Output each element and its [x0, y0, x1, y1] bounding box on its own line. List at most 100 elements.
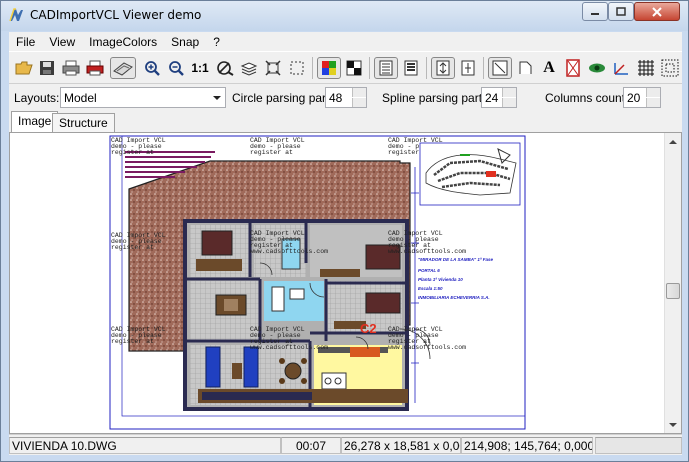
print-preview-button[interactable]	[84, 57, 106, 79]
spin-down-icon[interactable]	[352, 98, 366, 107]
zoom-out-button[interactable]	[165, 57, 187, 79]
circle-parts-label: Circle parsing parts:	[232, 91, 339, 105]
watermark-line: register at	[111, 244, 154, 251]
save-icon	[40, 61, 54, 75]
watermark-line: www.cadsofttools.com	[250, 248, 328, 255]
toolbar: 1:1 A	[9, 51, 682, 84]
circle-parts-spinner[interactable]: 48	[325, 87, 367, 108]
circle-parts-value: 48	[329, 91, 343, 105]
toolbar-separator	[483, 57, 484, 79]
watermark-line: register at	[111, 149, 154, 156]
scroll-down-button[interactable]	[665, 416, 681, 433]
text-tool-button[interactable]: A	[538, 57, 560, 79]
axes-button[interactable]	[610, 57, 632, 79]
menu-snap[interactable]: Snap	[164, 35, 206, 49]
delete-frame-icon	[566, 59, 580, 77]
scroll-up-button[interactable]	[665, 133, 681, 150]
color-palette-icon	[322, 61, 336, 75]
toolbar-separator	[426, 57, 427, 79]
close-button[interactable]	[634, 2, 680, 21]
columns-count-label: Columns count:	[545, 91, 629, 105]
spline-parts-label: Spline parsing parts:	[382, 91, 492, 105]
watermark-line: register at	[111, 338, 154, 345]
chevron-up-icon	[669, 139, 677, 144]
columns-count-spinner[interactable]: 20	[623, 87, 661, 108]
menu-view[interactable]: View	[42, 35, 82, 49]
zoom-extents-icon	[217, 61, 234, 76]
menu-file[interactable]: File	[9, 35, 42, 49]
zoom-ratio-button[interactable]: 1:1	[189, 57, 211, 79]
options-bar: Layouts: Model Circle parsing parts: 48 …	[9, 84, 682, 111]
spin-up-icon[interactable]	[646, 88, 660, 97]
menu-help[interactable]: ?	[206, 35, 227, 49]
status-filename: VIVIENDA 10.DWG	[9, 437, 281, 454]
layers-icon	[240, 62, 258, 76]
page-setup-icon	[113, 62, 133, 76]
status-progress	[595, 437, 682, 454]
draw-arc-button[interactable]	[488, 57, 512, 79]
arc-icon	[492, 60, 508, 76]
open-button[interactable]	[13, 57, 35, 79]
fit-button[interactable]	[262, 57, 284, 79]
print-button[interactable]	[60, 57, 82, 79]
fit-to-window-icon	[265, 60, 281, 76]
zoom-extents-button[interactable]	[214, 57, 236, 79]
columns-count-value: 20	[627, 91, 641, 105]
scrollbar-thumb[interactable]	[666, 283, 680, 299]
chevron-down-icon	[213, 96, 221, 100]
spin-up-icon[interactable]	[502, 88, 516, 97]
spin-up-icon[interactable]	[352, 88, 366, 97]
vertical-scrollbar[interactable]	[664, 133, 681, 433]
snap-arrows-icon	[436, 60, 450, 76]
color-mode-button[interactable]	[317, 57, 341, 79]
clear-button[interactable]	[562, 57, 584, 79]
zoom-in-icon	[145, 61, 160, 76]
spline-parts-spinner[interactable]: 24	[481, 87, 517, 108]
list-icon	[404, 60, 418, 76]
dashed-frame-icon	[290, 61, 304, 75]
watermark-line: www.cadsofttools.com	[250, 344, 328, 351]
snap-horizontal-button[interactable]	[457, 57, 479, 79]
checker-icon	[346, 60, 362, 76]
folder-open-icon	[15, 61, 33, 75]
dots-grid-button[interactable]	[659, 57, 681, 79]
zoom-in-button[interactable]	[141, 57, 163, 79]
title-bar[interactable]: CADImportVCL Viewer demo	[1, 1, 688, 31]
draw-curve-button[interactable]	[514, 57, 536, 79]
show-text-button[interactable]	[374, 57, 398, 79]
toolbar-separator	[369, 57, 370, 79]
menu-imagecolors[interactable]: ImageColors	[82, 35, 164, 49]
minimize-button[interactable]	[582, 2, 608, 21]
legend-title: "MIRADOR DE LA SAMBA" 1ª Fase	[418, 257, 494, 262]
layers-button[interactable]	[238, 57, 260, 79]
watermark-line: www.cadsofttools.com	[388, 248, 466, 255]
window-title: CADImportVCL Viewer demo	[30, 8, 202, 22]
room-mark: C2	[360, 321, 377, 336]
app-window: CADImportVCL Viewer demo File View Image…	[0, 0, 689, 462]
layouts-value: Model	[64, 91, 97, 105]
minimize-icon	[591, 12, 599, 15]
legend-line: Escala 1:50	[418, 286, 443, 291]
page-setup-button[interactable]	[110, 57, 136, 79]
watermark-line: www.cadsofttools.com	[388, 344, 466, 351]
maximize-button[interactable]	[608, 2, 634, 21]
layouts-combo[interactable]: Model	[60, 87, 226, 108]
spin-down-icon[interactable]	[502, 98, 516, 107]
black-white-button[interactable]	[343, 57, 365, 79]
snap-center-icon	[461, 60, 475, 76]
tab-structure[interactable]: Structure	[52, 113, 115, 133]
menu-bar: File View ImageColors Snap ?	[9, 32, 682, 51]
show-dims-button[interactable]	[400, 57, 422, 79]
cad-drawing[interactable]: C2 CAD Import VCL demo - please register…	[10, 133, 665, 433]
snap-vertical-button[interactable]	[431, 57, 455, 79]
spin-down-icon[interactable]	[646, 98, 660, 107]
drawing-viewport[interactable]: C2 CAD Import VCL demo - please register…	[9, 132, 682, 434]
grid-button[interactable]	[635, 57, 657, 79]
eye-button[interactable]	[586, 57, 608, 79]
select-area-button[interactable]	[286, 57, 308, 79]
legend-line: Planta 1ª Vivienda 10	[418, 277, 463, 282]
toolbar-separator	[312, 57, 313, 79]
status-time: 00:07	[281, 437, 341, 454]
printer-icon	[62, 60, 80, 76]
save-button[interactable]	[36, 57, 58, 79]
